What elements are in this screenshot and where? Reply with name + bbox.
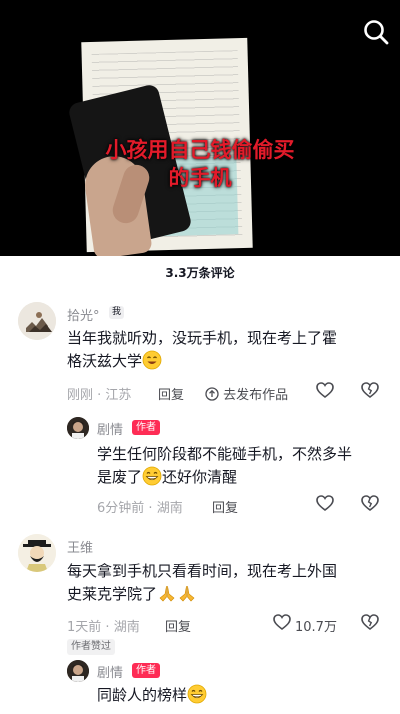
reply-meta: 6分钟前 · 湖南 [97, 501, 183, 516]
reply-username[interactable]: 剧情 [97, 419, 123, 438]
reply-button[interactable]: 回复 [212, 497, 238, 516]
grin-emoji-icon [142, 466, 162, 486]
like-count: 10.7万 [295, 620, 337, 635]
search-button[interactable] [362, 18, 392, 48]
heart-icon [316, 382, 334, 399]
comment-text: 当年我就听劝，没玩手机，现在考上了霍 格沃兹大学 [67, 329, 338, 370]
author-avatar[interactable] [67, 660, 89, 682]
grin-emoji-icon [187, 684, 207, 704]
reply-text: 学生任何阶段都不能碰手机，不然多半 是废了 还好你清醒 [97, 445, 353, 486]
dislike-button[interactable] [360, 380, 380, 404]
broken-heart-icon [361, 495, 379, 512]
heart-icon [316, 495, 334, 512]
share-arrow-icon [205, 387, 219, 401]
author-badge: 作者 [132, 663, 160, 678]
like-button[interactable] [272, 612, 292, 636]
avatar-image [67, 660, 89, 682]
video-caption-line1: 小孩用自己钱偷偷买 [105, 138, 295, 162]
reply-button[interactable]: 回复 [165, 616, 191, 635]
video-caption: 小孩用自己钱偷偷买 的手机 [0, 136, 400, 192]
author-badge: 作者 [132, 420, 160, 435]
smile-emoji-icon [142, 350, 162, 370]
pray-emoji-icon [157, 583, 177, 603]
avatar-image [18, 302, 56, 340]
comment-meta: 刚刚 · 江苏 [67, 388, 132, 403]
comment-location: 江苏 [105, 388, 132, 403]
author-liked-badge: 作者赞过 [67, 639, 115, 655]
reply-location: 湖南 [156, 501, 183, 516]
like-button[interactable] [315, 493, 335, 517]
self-badge: 我 [109, 306, 125, 319]
author-avatar[interactable] [67, 417, 89, 439]
avatar[interactable] [18, 302, 56, 340]
comment-location: 湖南 [113, 620, 140, 635]
comment-meta: 1天前 · 湖南 [67, 620, 140, 635]
like-button[interactable] [315, 380, 335, 404]
share-to-post-button[interactable]: 去发布作品 [205, 384, 288, 403]
comment-text: 每天拿到手机只看看时间，现在考上外国 史莱克学院了 [67, 562, 338, 603]
comment-time: 刚刚 [67, 388, 94, 403]
broken-heart-icon [361, 382, 379, 399]
dislike-button[interactable] [360, 493, 380, 517]
comment-time: 1天前 [67, 620, 102, 635]
comment-username[interactable]: 王维 [67, 537, 93, 556]
comments-count: 3.3万条评论 [165, 266, 235, 280]
search-icon [364, 20, 389, 45]
avatar-image [18, 534, 56, 572]
avatar[interactable] [18, 534, 56, 572]
pray-emoji-icon [177, 583, 197, 603]
video-caption-line2: 的手机 [168, 166, 232, 190]
video-player[interactable]: 小孩用自己钱偷偷买 的手机 [0, 0, 400, 256]
dislike-button[interactable] [360, 612, 380, 636]
reply-text: 同龄人的榜样 [97, 684, 387, 707]
heart-icon [273, 614, 291, 631]
comments-panel: 3.3万条评论 拾光° 我 当年我就听劝，没玩手机，现在考上了霍 格沃兹大学 刚… [0, 256, 400, 714]
comment-username[interactable]: 拾光° [67, 305, 100, 324]
reply-time: 6分钟前 [97, 501, 145, 516]
avatar-image [67, 417, 89, 439]
broken-heart-icon [361, 614, 379, 631]
reply-username[interactable]: 剧情 [97, 662, 123, 681]
reply-button[interactable]: 回复 [158, 384, 184, 403]
